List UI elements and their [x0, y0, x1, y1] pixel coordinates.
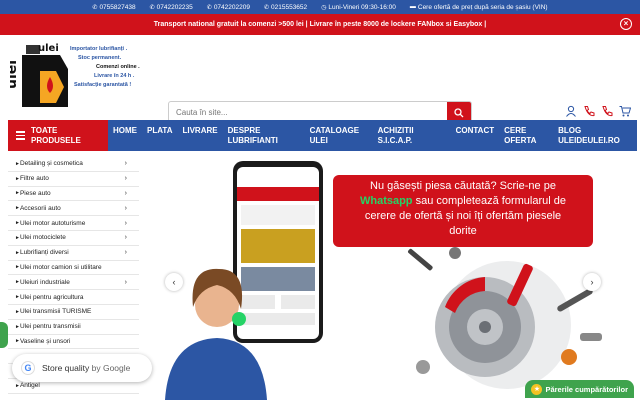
phone-alt-icon[interactable] — [601, 104, 613, 117]
tagline-2: Stoc permanent. — [78, 55, 122, 61]
phone-icon[interactable] — [583, 104, 595, 117]
phone-1[interactable]: ✆ 0755827438 — [92, 4, 135, 11]
sidebar-item-label: Ulei pentru agricultura — [19, 293, 84, 301]
sidebar-item-label: Vaseline și unsori — [19, 337, 71, 345]
user-icon[interactable] — [565, 104, 577, 117]
nav-achizitii[interactable]: ACHIZITII S.I.C.A.P. — [373, 120, 451, 151]
hero-line-2-text: sau completează formularul de — [415, 195, 567, 207]
phone-icon: ✆ — [206, 4, 212, 11]
hero-line-4: dorite — [449, 225, 477, 237]
promo-text: Transport national gratuit la comenzi >5… — [153, 21, 487, 28]
opening-hours: ◷ Luni-Vineri 09:30-16:00 — [321, 3, 396, 11]
phone-2[interactable]: ✆ 0742202235 — [150, 4, 193, 11]
sidebar-item[interactable]: ► Lubrifianți diversi › — [8, 246, 139, 261]
tagline-5: Satisfacție garantată ! — [74, 82, 132, 88]
sidebar-item[interactable]: ► Uleiuri industriale › — [8, 275, 139, 291]
site-logo[interactable]: ulei . ulei Importator lubrifianți . Sto… — [4, 41, 150, 113]
reviews-button[interactable]: ★ Părerile cumpărătorilor — [525, 380, 634, 398]
hero-headline: Nu găsești piesa căutată? Scrie-ne pe Wh… — [333, 179, 593, 239]
nav-livrare[interactable]: LIVRARE — [177, 120, 222, 151]
store-quality-badge[interactable]: G Store quality by Google — [12, 354, 152, 382]
nav-cataloage-ulei[interactable]: CATALOAGE ULEI — [305, 120, 373, 151]
chevron-right-icon: › — [124, 278, 127, 286]
search-icon — [454, 107, 464, 117]
sidebar-item-label: Accesorii auto — [19, 204, 61, 212]
star-icon: ★ — [531, 383, 543, 395]
chevron-right-icon: › — [124, 175, 127, 183]
sidebar-item-label: Filtre auto — [19, 175, 49, 183]
sidebar-item-label: Lubrifianți diversi — [19, 249, 69, 257]
nav-plata[interactable]: PLATA — [142, 120, 177, 151]
hero-slider: Nu găsești piesa căutată? Scrie-ne pe Wh… — [155, 157, 612, 400]
tagline-3: Comenzi online . — [96, 64, 140, 70]
sidebar-item-label: Uleiuri industriale — [19, 278, 70, 286]
sidebar-item[interactable]: ► Filtre auto › — [8, 172, 139, 187]
close-promo-button[interactable]: × — [620, 18, 632, 30]
sidebar-item-label: Piese auto — [19, 189, 51, 197]
cart-icon[interactable] — [619, 104, 632, 117]
phone-icon: ✆ — [92, 4, 98, 11]
google-icon: G — [21, 361, 35, 375]
sidebar-item[interactable]: ► Vaseline și unsori — [8, 335, 139, 350]
nav-items: HOME PLATA LIVRARE DESPRE LUBRIFIANTI CA… — [108, 120, 637, 151]
phone-3[interactable]: ✆ 0742202209 — [207, 4, 250, 11]
hero-line-2: Whatsapp sau completează formularul de — [333, 194, 593, 209]
sidebar-item-label: Ulei transmisii TURISME — [19, 308, 92, 316]
chevron-right-icon: › — [124, 249, 127, 257]
sidebar-item[interactable]: ► Ulei transmisii TURISME — [8, 305, 139, 320]
chevron-right-icon: › — [124, 234, 127, 242]
hero-line-3: cerere de ofertă și noi îți ofertăm pies… — [364, 210, 562, 222]
promo-banner: Transport national gratuit la comenzi >5… — [0, 14, 640, 35]
hamburger-icon — [16, 131, 25, 140]
hero-line-1: Nu găsești piesa căutată? Scrie-ne pe — [370, 180, 556, 192]
svg-text:ulei: ulei — [10, 60, 20, 89]
phone-icon: ✆ — [149, 4, 155, 11]
sidebar-item[interactable]: ► Ulei motor autoturisme › — [8, 216, 139, 231]
clock-icon: ◷ — [321, 4, 327, 11]
nav-blog[interactable]: BLOG ULEIDEULEI.RO — [553, 120, 633, 151]
vin-offer-link[interactable]: ▬ Cere ofertă de preț după seria de șasiu… — [410, 4, 548, 11]
tagline-4: Livrare în 24 h . — [94, 73, 135, 79]
chevron-right-icon: › — [124, 219, 127, 227]
sidebar-item-label: Antigel — [19, 382, 40, 390]
all-products-button[interactable]: TOATE PRODUSELE — [8, 120, 108, 151]
sidebar-item[interactable]: ► Piese auto › — [8, 187, 139, 202]
side-chat-tab[interactable] — [0, 322, 8, 348]
slider-next-button[interactable]: › — [583, 273, 601, 291]
slider-prev-button[interactable]: ‹ — [165, 273, 183, 291]
sidebar-item-label: Ulei motociclete — [19, 234, 66, 242]
sidebar-item[interactable]: ► Ulei motor camion si utilitare — [8, 261, 139, 276]
chevron-right-icon: › — [590, 277, 594, 287]
main-nav: TOATE PRODUSELE HOME PLATA LIVRARE DESPR… — [8, 120, 637, 151]
nav-home[interactable]: HOME — [108, 120, 142, 151]
sidebar-item-label: Ulei motor autoturisme — [19, 219, 86, 227]
chevron-right-icon: › — [124, 204, 127, 212]
phone-icon: ✆ — [263, 4, 269, 11]
phone-4[interactable]: ✆ 0215553652 — [264, 4, 307, 11]
sidebar-item-label: Ulei pentru transmisii — [19, 323, 81, 331]
sidebar-item-label: Detailing și cosmetica — [19, 160, 83, 168]
chevron-right-icon: › — [124, 160, 127, 168]
top-info-bar: ✆ 0755827438 ✆ 0742202235 ✆ 0742202209 ✆ 021… — [0, 0, 640, 14]
nav-cere-oferta[interactable]: CERE OFERTA — [499, 120, 553, 151]
nav-contact[interactable]: CONTACT — [451, 120, 500, 151]
svg-text:ulei: ulei — [38, 43, 59, 54]
header-icons — [565, 104, 632, 117]
sidebar-item[interactable]: ► Detailing și cosmetica › — [8, 157, 139, 172]
site-header: ulei . ulei Importator lubrifianți . Sto… — [0, 35, 640, 124]
sidebar-item[interactable]: ► Ulei pentru agricultura — [8, 290, 139, 305]
chevron-right-icon: › — [124, 189, 127, 197]
hero-whatsapp: Whatsapp — [359, 195, 413, 207]
tagline-1: Importator lubrifianți . — [70, 46, 128, 52]
sidebar-item[interactable]: ► Ulei pentru transmisii — [8, 320, 139, 335]
sidebar-item-label: Ulei motor camion si utilitare — [19, 263, 102, 271]
car-icon: ▬ — [409, 4, 416, 10]
chevron-left-icon: ‹ — [172, 277, 176, 287]
nav-despre-lubrifianti[interactable]: DESPRE LUBRIFIANTI — [223, 120, 305, 151]
sidebar-item[interactable]: ► Accesorii auto › — [8, 201, 139, 217]
sidebar-item[interactable]: ► Ulei motociclete › — [8, 231, 139, 246]
